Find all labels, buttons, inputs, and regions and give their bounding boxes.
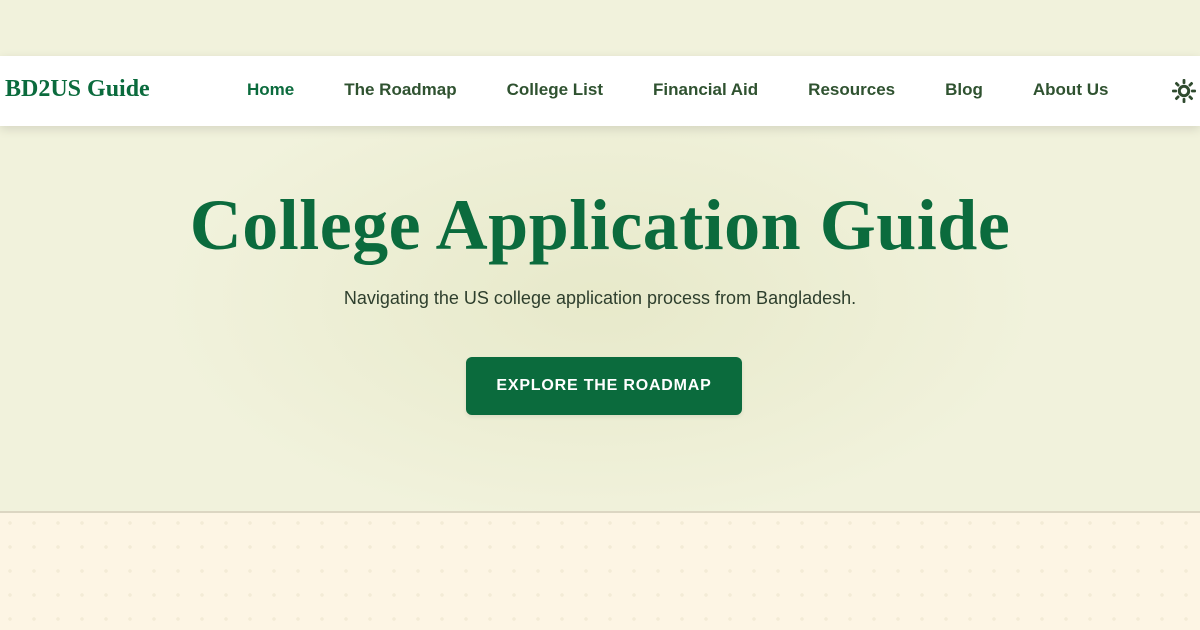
theme-toggle-button[interactable] xyxy=(1171,78,1197,104)
nav-item-about-us[interactable]: About Us xyxy=(1033,80,1109,100)
brand-logo[interactable]: BD2US Guide xyxy=(5,76,150,103)
explore-roadmap-button[interactable]: EXPLORE THE ROADMAP xyxy=(466,357,742,415)
nav-item-college-list[interactable]: College List xyxy=(507,80,603,100)
nav-item-blog[interactable]: Blog xyxy=(945,80,983,100)
hero-subtitle: Navigating the US college application pr… xyxy=(343,288,857,308)
nav-item-roadmap[interactable]: The Roadmap xyxy=(344,80,456,100)
nav-item-home[interactable]: Home xyxy=(247,80,294,100)
nav-item-resources[interactable]: Resources xyxy=(808,80,895,100)
patterned-section xyxy=(0,513,1200,630)
nav-item-financial-aid[interactable]: Financial Aid xyxy=(653,80,758,100)
hero-title: College Application Guide xyxy=(189,185,1011,265)
page: BD2US Guide Home The Roadmap College Lis… xyxy=(0,0,1200,630)
sun-icon xyxy=(1172,79,1196,103)
nav-menu: Home The Roadmap College List Financial … xyxy=(247,80,1108,100)
navbar: BD2US Guide Home The Roadmap College Lis… xyxy=(0,56,1200,126)
